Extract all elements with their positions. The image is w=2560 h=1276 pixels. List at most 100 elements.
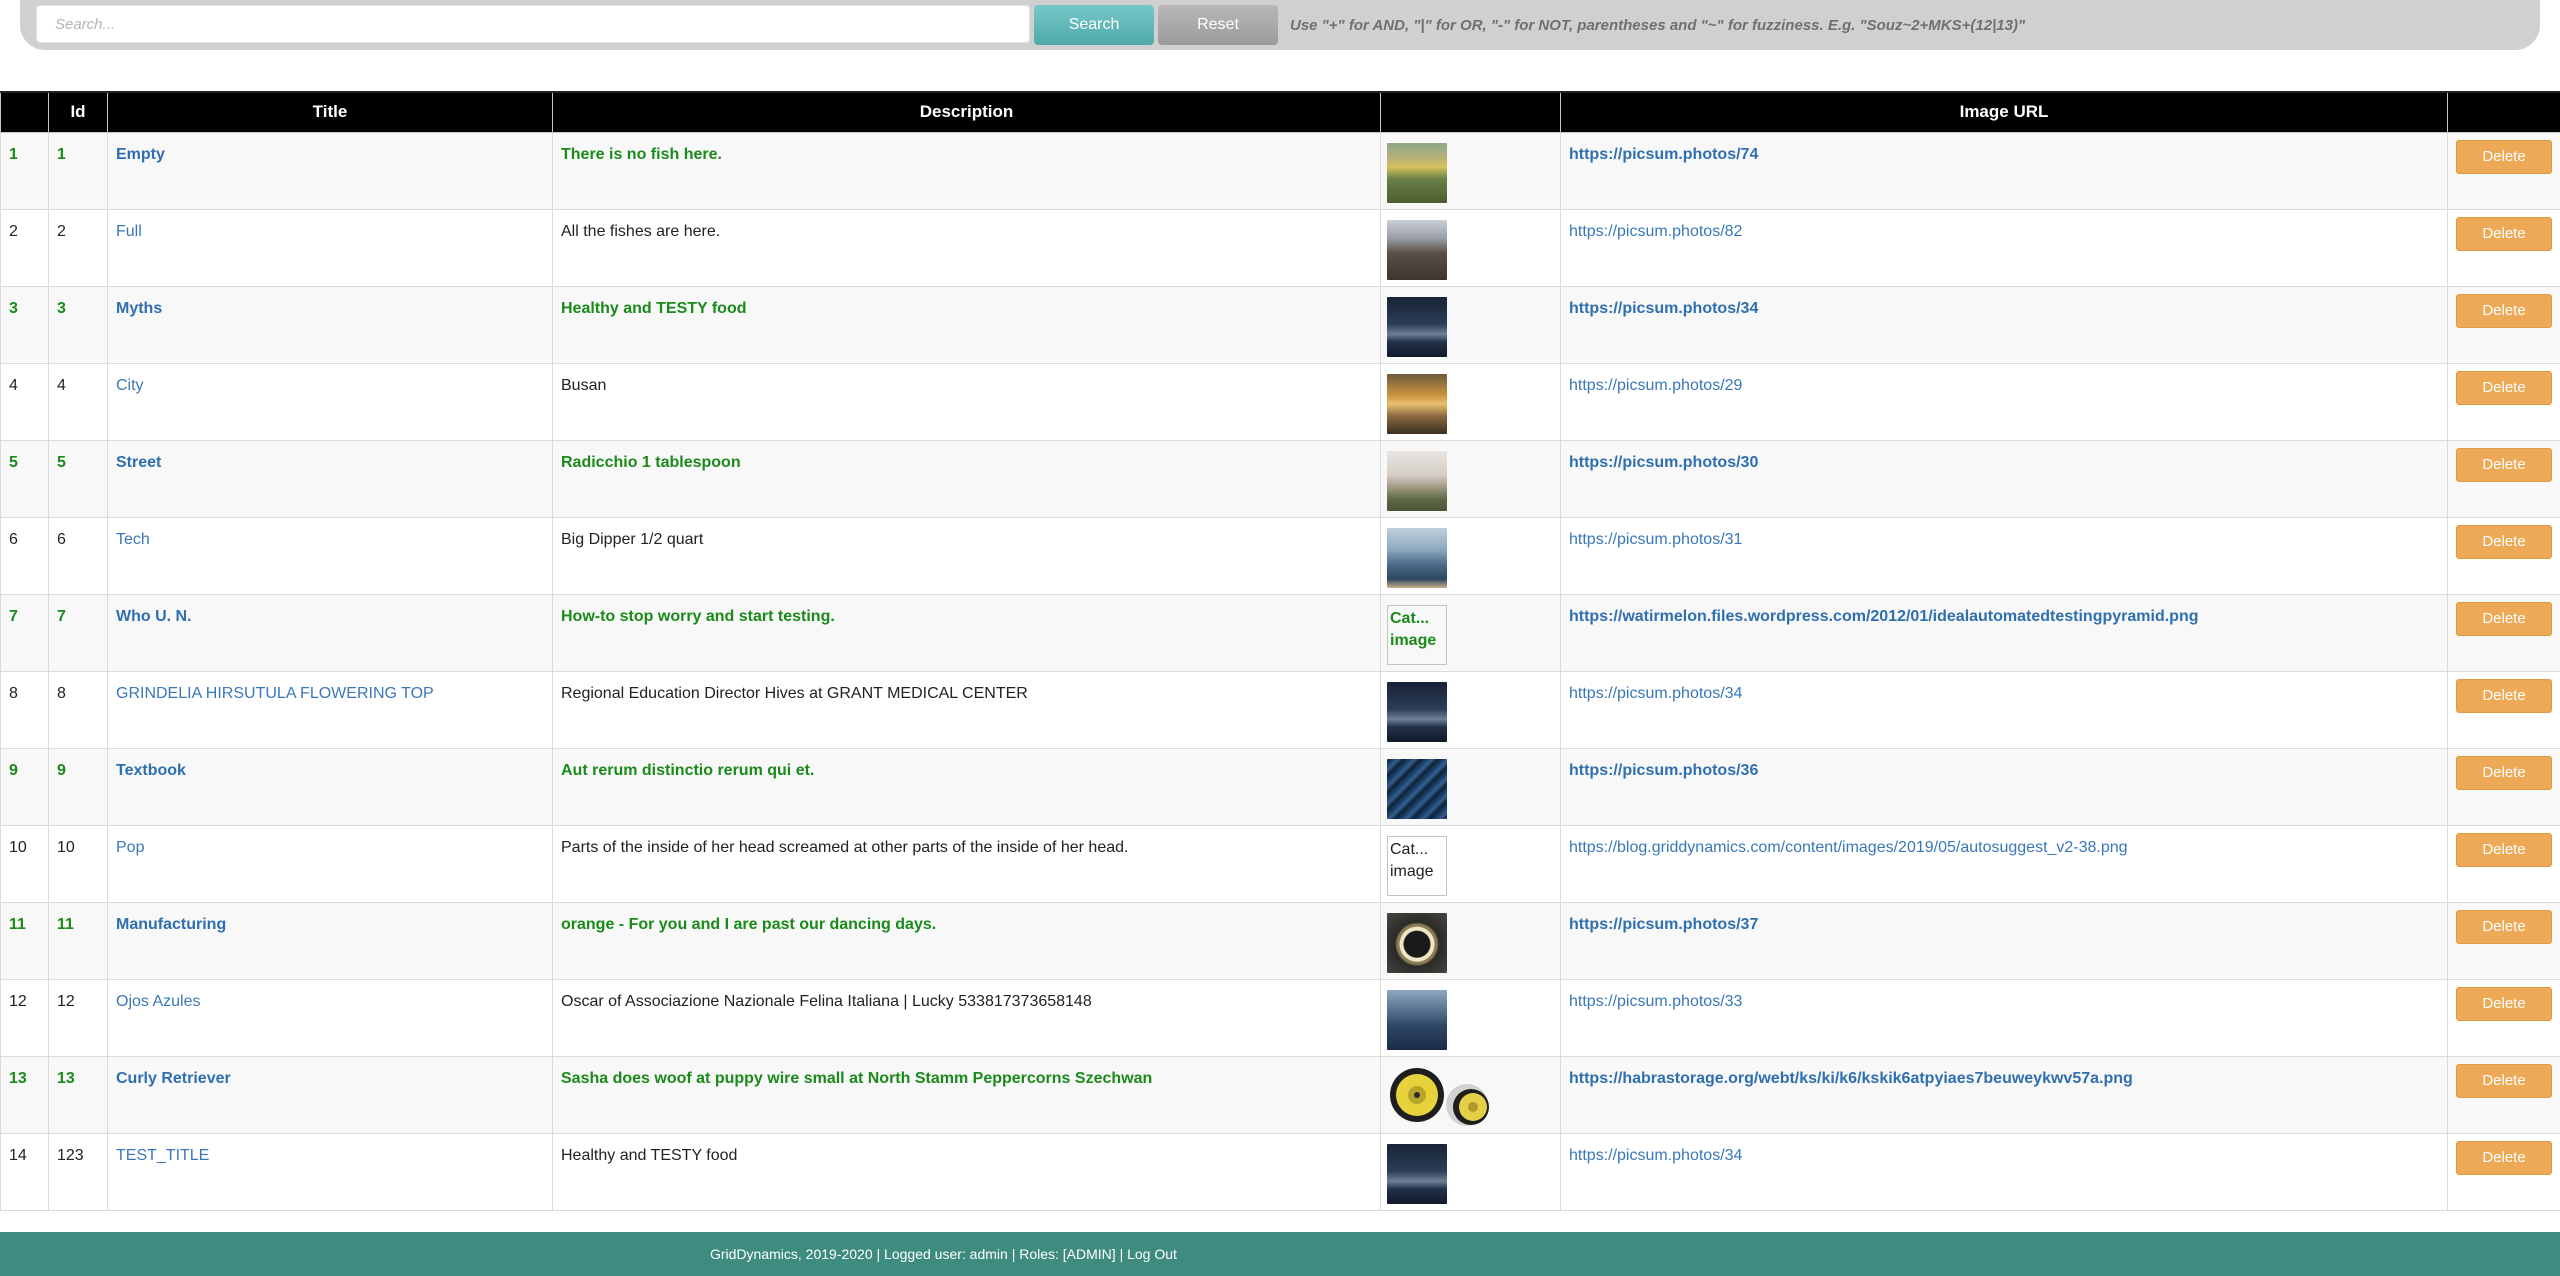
row-title-cell[interactable]: Street [107, 439, 553, 518]
row-description-cell[interactable]: Oscar of Associazione Nazionale Felina I… [552, 978, 1381, 1057]
row-title-cell[interactable]: Full [107, 208, 553, 287]
table-row[interactable]: 10 10 Pop Parts of the inside of her head s… [0, 824, 2560, 903]
table-row[interactable]: 3 3 Myths Healthy and TESTY food https://pic… [0, 285, 2560, 364]
row-description-cell[interactable]: How-to stop worry and start testing. [552, 593, 1381, 672]
row-image-url-cell[interactable]: https://picsum.photos/34 [1560, 285, 2448, 364]
row-title-cell[interactable]: Manufacturing [107, 901, 553, 980]
row-image-url-cell[interactable]: https://habrastorage.org/webt/ks/ki/k6/k… [1560, 1055, 2448, 1134]
column-header-index[interactable] [0, 91, 49, 133]
row-image-url-cell[interactable]: https://picsum.photos/29 [1560, 362, 2448, 441]
row-thumbnail-image [1387, 373, 1447, 434]
row-title-cell[interactable]: Empty [107, 131, 553, 210]
column-header-image [1380, 91, 1561, 133]
table-row[interactable]: 11 11 Manufacturing orange - For you and I … [0, 901, 2560, 980]
table-row[interactable]: 8 8 GRINDELIA HIRSUTULA FLOWERING TOP Regio… [0, 670, 2560, 749]
row-description-cell[interactable]: Sasha does woof at puppy wire small at N… [552, 1055, 1381, 1134]
delete-button[interactable]: Delete [2456, 370, 2552, 405]
row-image-cell [1380, 208, 1561, 287]
row-actions-cell: Delete [2447, 901, 2560, 980]
delete-button[interactable]: Delete [2456, 139, 2552, 174]
row-index-cell: 5 [0, 439, 49, 518]
row-description-cell[interactable]: Aut rerum distinctio rerum qui et. [552, 747, 1381, 826]
row-description-cell[interactable]: Regional Education Director Hives at GRA… [552, 670, 1381, 749]
row-title-cell[interactable]: Who U. N. [107, 593, 553, 672]
search-button[interactable]: Search [1034, 5, 1154, 45]
row-thumbnail-image [1387, 1143, 1447, 1204]
delete-button[interactable]: Delete [2456, 832, 2552, 867]
row-thumbnail-image [1387, 219, 1447, 280]
delete-button[interactable]: Delete [2456, 447, 2552, 482]
row-title-cell[interactable]: Tech [107, 516, 553, 595]
row-id-cell: 5 [48, 439, 108, 518]
row-image-url-cell[interactable]: https://picsum.photos/74 [1560, 131, 2448, 210]
table-row[interactable]: 12 12 Ojos Azules Oscar of Associazione Naz… [0, 978, 2560, 1057]
column-header-description[interactable]: Description [552, 91, 1381, 133]
column-header-actions [2447, 91, 2560, 133]
row-description-cell[interactable]: Healthy and TESTY food [552, 285, 1381, 364]
row-description-cell[interactable]: There is no fish here. [552, 131, 1381, 210]
row-index-cell: 12 [0, 978, 49, 1057]
delete-button[interactable]: Delete [2456, 1140, 2552, 1175]
search-input[interactable] [36, 5, 1030, 43]
row-id-cell: 9 [48, 747, 108, 826]
row-image-cell [1380, 978, 1561, 1057]
delete-button[interactable]: Delete [2456, 601, 2552, 636]
row-title-cell[interactable]: TEST_TITLE [107, 1132, 553, 1211]
row-description-cell[interactable]: orange - For you and I are past our danc… [552, 901, 1381, 980]
reset-button[interactable]: Reset [1158, 5, 1278, 45]
row-image-url-cell[interactable]: https://blog.griddynamics.com/content/im… [1560, 824, 2448, 903]
row-title-cell[interactable]: Curly Retriever [107, 1055, 553, 1134]
table-row[interactable]: 5 5 Street Radicchio 1 tablespoon https://pi… [0, 439, 2560, 518]
row-image-url-cell[interactable]: https://picsum.photos/34 [1560, 670, 2448, 749]
row-index-cell: 1 [0, 131, 49, 210]
delete-button[interactable]: Delete [2456, 293, 2552, 328]
row-description-cell[interactable]: Healthy and TESTY food [552, 1132, 1381, 1211]
delete-button[interactable]: Delete [2456, 524, 2552, 559]
row-image-url-cell[interactable]: https://watirmelon.files.wordpress.com/2… [1560, 593, 2448, 672]
row-index-cell: 14 [0, 1132, 49, 1211]
delete-button[interactable]: Delete [2456, 216, 2552, 251]
row-description-cell[interactable]: All the fishes are here. [552, 208, 1381, 287]
table-row[interactable]: 6 6 Tech Big Dipper 1/2 quart https://picsum… [0, 516, 2560, 595]
table-row[interactable]: 2 2 Full All the fishes are here. https://pi… [0, 208, 2560, 287]
row-description-cell[interactable]: Radicchio 1 tablespoon [552, 439, 1381, 518]
row-image-url-cell[interactable]: https://picsum.photos/37 [1560, 901, 2448, 980]
row-description-cell[interactable]: Big Dipper 1/2 quart [552, 516, 1381, 595]
row-image-cell: Cat... image [1380, 824, 1561, 903]
table-row[interactable]: 4 4 City Busan https://picsum.photos/29 Delet… [0, 362, 2560, 441]
delete-button[interactable]: Delete [2456, 909, 2552, 944]
table-row[interactable]: 13 13 Curly Retriever Sasha does woof at pu… [0, 1055, 2560, 1134]
table-row[interactable]: 14 123 TEST_TITLE Healthy and TESTY food htt… [0, 1132, 2560, 1211]
row-title-cell[interactable]: GRINDELIA HIRSUTULA FLOWERING TOP [107, 670, 553, 749]
delete-button[interactable]: Delete [2456, 1063, 2552, 1098]
row-image-url-cell[interactable]: https://picsum.photos/82 [1560, 208, 2448, 287]
row-title-cell[interactable]: City [107, 362, 553, 441]
row-title-cell[interactable]: Ojos Azules [107, 978, 553, 1057]
row-image-url-cell[interactable]: https://picsum.photos/31 [1560, 516, 2448, 595]
delete-button[interactable]: Delete [2456, 678, 2552, 713]
delete-button[interactable]: Delete [2456, 986, 2552, 1021]
column-header-id[interactable]: Id [48, 91, 108, 133]
row-image-cell [1380, 670, 1561, 749]
table-row[interactable]: 7 7 Who U. N. How-to stop worry and start t… [0, 593, 2560, 672]
row-image-url-cell[interactable]: https://picsum.photos/34 [1560, 1132, 2448, 1211]
table-row[interactable]: 1 1 Empty There is no fish here. https://pic… [0, 131, 2560, 210]
row-image-url-cell[interactable]: https://picsum.photos/36 [1560, 747, 2448, 826]
delete-button[interactable]: Delete [2456, 755, 2552, 790]
row-image-cell [1380, 439, 1561, 518]
column-header-title[interactable]: Title [107, 91, 553, 133]
row-index-cell: 3 [0, 285, 49, 364]
row-actions-cell: Delete [2447, 1055, 2560, 1134]
row-title-cell[interactable]: Myths [107, 285, 553, 364]
search-bar: Search Reset Use "+" for AND, "|" for OR… [20, 0, 2540, 50]
column-header-image-url[interactable]: Image URL [1560, 91, 2448, 133]
table-row[interactable]: 9 9 Textbook Aut rerum distinctio rerum qui… [0, 747, 2560, 826]
row-description-cell[interactable]: Parts of the inside of her head screamed… [552, 824, 1381, 903]
row-title-cell[interactable]: Textbook [107, 747, 553, 826]
row-image-url-cell[interactable]: https://picsum.photos/33 [1560, 978, 2448, 1057]
row-title-cell[interactable]: Pop [107, 824, 553, 903]
row-id-cell: 1 [48, 131, 108, 210]
row-image-url-cell[interactable]: https://picsum.photos/30 [1560, 439, 2448, 518]
row-description-cell[interactable]: Busan [552, 362, 1381, 441]
search-hint: Use "+" for AND, "|" for OR, "-" for NOT… [1290, 17, 2026, 34]
